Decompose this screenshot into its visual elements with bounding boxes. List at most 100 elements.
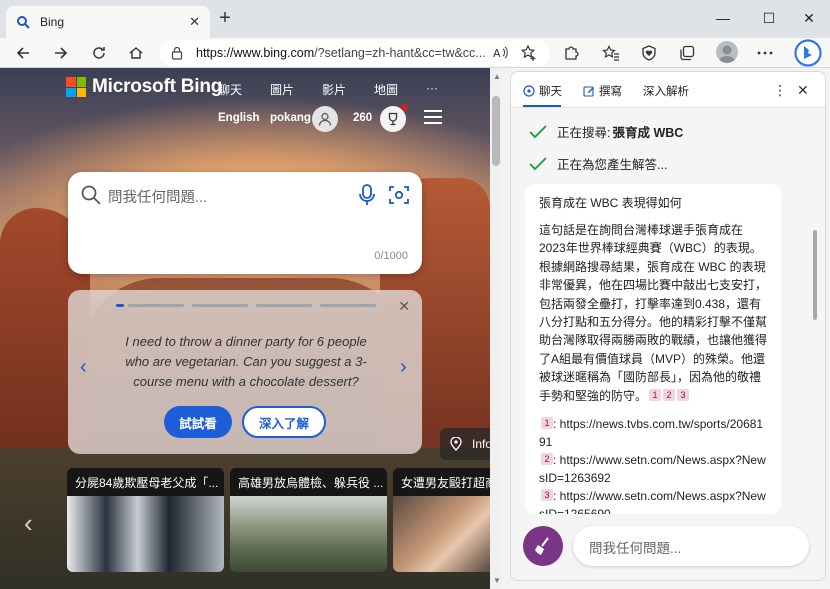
citation-marker[interactable]: 3 [677,388,690,401]
home-icon [129,47,143,59]
scroll-up-icon[interactable]: ▲ [493,72,501,81]
refresh-icon [93,47,105,59]
nav-chat[interactable]: 聊天 [218,81,242,98]
bing-chat-button[interactable] [791,38,825,68]
tab-insights-label: 深入解析 [643,86,689,98]
reference-url[interactable]: : https://www.setn.com/News.aspx?NewsID=… [539,489,766,514]
sidebar-more-icon[interactable]: ⋮ [773,82,787,99]
checkmark-icon [529,124,547,138]
carousel-indicator[interactable] [320,304,376,307]
svg-text:A: A [493,47,501,60]
bing-homepage: Microsoft Bing 聊天 圖片 影片 地圖 ··· English p… [0,68,490,589]
reference-url[interactable]: : https://www.setn.com/News.aspx?NewsID=… [539,453,766,485]
carousel-indicator[interactable] [192,304,248,307]
refresh-button[interactable] [86,40,112,66]
close-sidebar-icon[interactable]: ✕ [797,82,809,99]
reference-item[interactable]: 3: https://www.setn.com/News.aspx?NewsID… [539,487,767,514]
browser-essentials-button[interactable] [636,40,662,66]
status-generating: 正在為您產生解答... [557,158,668,172]
settings-more-button[interactable] [752,40,778,66]
news-card[interactable]: 高雄男放烏體檢、躲兵役 ... [230,468,387,572]
favorites-button[interactable] [598,40,624,66]
reference-item[interactable]: 1: https://news.tvbs.com.tw/sports/20681… [539,415,767,451]
location-pin-icon [450,437,462,451]
citation-marker[interactable]: 1 [649,388,662,401]
search-placeholder: 問我任何問題... [108,190,208,206]
chat-input[interactable]: 問我任何問題... [573,526,809,566]
chevron-left-icon[interactable]: ‹ [80,356,87,379]
carousel-indicators [116,304,376,308]
nav-images[interactable]: 圖片 [270,81,294,98]
character-count: 0/1000 [374,250,408,262]
home-button[interactable] [123,40,149,66]
active-tab-indicator [523,105,561,107]
news-prev-icon[interactable]: ‹ [24,508,33,539]
nav-maps[interactable]: 地圖 [374,81,398,98]
nav-more[interactable]: ··· [426,81,438,95]
broom-icon [535,537,549,555]
news-image [393,496,490,572]
reference-number: 1 [541,417,553,430]
page-scrollbar[interactable]: ▲ ▼ [490,68,502,589]
collections-icon [680,45,695,61]
sidebar-scrollbar[interactable] [813,230,817,320]
close-window-button[interactable]: ✕ [786,0,830,36]
new-tab-button[interactable]: + [214,8,236,30]
add-favorite-button[interactable] [516,40,542,66]
news-card[interactable]: 女遭男友毆打超商 [393,468,490,572]
tab-strip: Bing ✕ + — ☐ ✕ [0,0,830,38]
carousel-indicator-active[interactable] [116,304,124,307]
minimize-button[interactable]: — [700,0,746,36]
read-aloud-button[interactable]: A [488,40,514,66]
language-link[interactable]: English [218,112,260,124]
reference-url[interactable]: : https://news.tvbs.com.tw/sports/206819… [539,417,763,449]
microsoft-bing-logo[interactable]: Microsoft Bing [66,76,222,98]
learn-more-button[interactable]: 深入了解 [242,406,326,438]
person-icon [318,112,332,126]
carousel-indicator[interactable] [256,304,312,307]
puzzle-icon [565,46,579,60]
carousel-indicator[interactable] [128,304,184,307]
reference-item[interactable]: 2: https://www.setn.com/News.aspx?NewsID… [539,451,767,487]
notification-dot [401,104,408,111]
user-avatar[interactable] [312,106,338,132]
citation-marker[interactable]: 2 [663,388,676,401]
tab-bing[interactable]: Bing ✕ [6,6,210,38]
close-suggestion-icon[interactable]: ✕ [398,298,410,315]
new-topic-button[interactable] [523,526,563,566]
sidebar-tabs: 聊天 撰寫 深入解析 ⋮ ✕ [511,72,825,108]
menu-button[interactable] [424,110,442,124]
heart-shield-icon [642,45,656,61]
read-aloud-icon: A [493,46,508,60]
back-button[interactable] [10,40,36,66]
username[interactable]: pokang [270,112,311,124]
search-box[interactable]: 問我任何問題... 0/1000 [68,172,422,274]
news-image [67,496,224,572]
tab-insights[interactable]: 深入解析 [643,83,689,99]
visual-search-icon[interactable] [388,184,410,206]
bing-logo-icon [794,39,822,67]
profile-avatar[interactable] [716,41,738,63]
news-card[interactable]: 分屍84歲欺壓母老父成「... [67,468,224,572]
microsoft-logo-icon [66,77,86,97]
nav-videos[interactable]: 影片 [322,81,346,98]
search-icon [81,185,101,205]
collections-button[interactable] [674,40,700,66]
rewards-button[interactable] [380,104,408,132]
forward-button[interactable] [48,40,74,66]
microphone-icon[interactable] [358,184,376,206]
chevron-right-icon[interactable]: › [400,356,407,379]
tab-title: Bing [40,15,65,29]
rewards-points[interactable]: 260 [353,112,372,124]
close-tab-icon[interactable]: ✕ [189,14,200,30]
tab-chat[interactable]: 聊天 [523,83,562,99]
star-plus-icon [520,44,536,61]
scrollbar-thumb[interactable] [492,96,500,166]
answer-bubble: 張育成在 WBC 表現得如何 這句話是在詢問台灣棒球選手張育成在2023年世界棒… [525,184,781,514]
tab-compose[interactable]: 撰寫 [583,83,622,99]
image-info-button[interactable]: Info [440,428,490,460]
scroll-down-icon[interactable]: ▼ [493,576,501,585]
search-icon [17,16,30,29]
try-it-button[interactable]: 試試看 [164,406,232,438]
extensions-button[interactable] [558,40,584,66]
